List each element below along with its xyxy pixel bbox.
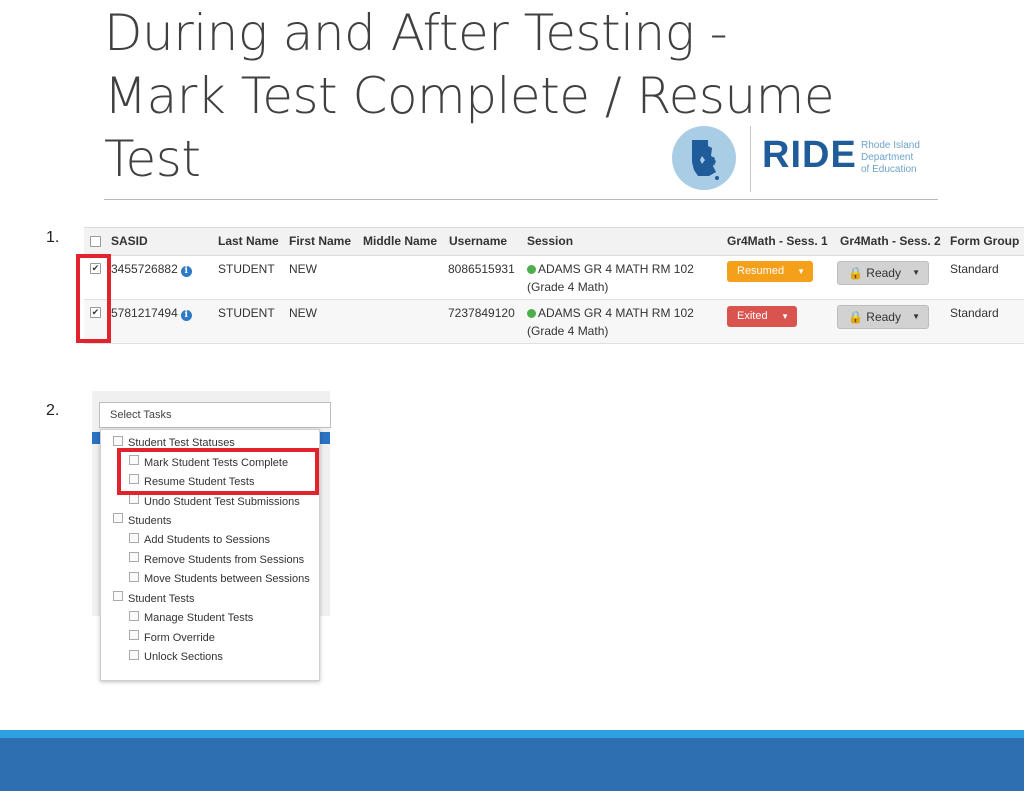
- logo-subtitle-line: Department: [861, 152, 914, 163]
- ready-dropdown[interactable]: 🔒 Ready ▼: [837, 261, 929, 285]
- select-tasks-dropdown[interactable]: Select Tasks: [99, 402, 331, 428]
- menu-item-manage-tests[interactable]: Manage Student Tests: [144, 612, 253, 624]
- item-checkbox[interactable]: [129, 494, 139, 504]
- session-active-icon: [527, 265, 536, 274]
- footer-band: [0, 738, 1024, 791]
- info-icon[interactable]: i: [180, 310, 192, 321]
- logo-subtitle: Rhode Island Department of Education: [861, 140, 920, 176]
- group-checkbox[interactable]: [113, 591, 123, 601]
- ready-label: Ready: [866, 310, 901, 324]
- sasid-value: 3455726882: [111, 262, 178, 276]
- session-subtitle: (Grade 4 Math): [527, 280, 609, 294]
- caret-down-icon: ▼: [781, 312, 789, 321]
- title-line-1: During and After Testing -: [104, 4, 728, 62]
- lock-icon: 🔒: [848, 310, 863, 324]
- caret-down-icon: ▼: [912, 268, 920, 277]
- table-header: SASID Last Name First Name Middle Name U…: [84, 227, 1024, 256]
- last-name-cell: STUDENT: [218, 262, 275, 276]
- group-checkbox[interactable]: [113, 513, 123, 523]
- sasid-cell: 3455726882 i: [111, 262, 192, 277]
- group-checkbox[interactable]: [113, 436, 123, 446]
- session-active-icon: [527, 309, 536, 318]
- username-cell: 8086515931: [448, 262, 515, 276]
- column-header-username[interactable]: Username: [449, 234, 507, 248]
- item-checkbox[interactable]: [129, 572, 139, 582]
- status-label: Resumed: [737, 265, 785, 277]
- item-checkbox[interactable]: [129, 611, 139, 621]
- sasid-cell: 5781217494 i: [111, 306, 192, 321]
- column-header-session[interactable]: Session: [527, 234, 573, 248]
- ready-label: Ready: [866, 266, 901, 280]
- step-number-2: 2.: [46, 402, 60, 419]
- table-row: ✔ 5781217494 i STUDENT NEW 7237849120 ADA…: [84, 300, 1024, 344]
- logo-subtitle-line: of Education: [861, 164, 917, 175]
- last-name-cell: STUDENT: [218, 306, 275, 320]
- caret-down-icon: ▼: [797, 267, 805, 276]
- logo-divider: [750, 126, 751, 192]
- form-group-cell: Standard: [950, 306, 999, 320]
- item-checkbox[interactable]: [129, 650, 139, 660]
- menu-item-form-override[interactable]: Form Override: [144, 632, 215, 644]
- logo-subtitle-line: Rhode Island: [861, 140, 920, 151]
- column-header-sasid[interactable]: SASID: [111, 234, 148, 248]
- lock-icon: 🔒: [848, 266, 863, 280]
- column-header-last-name[interactable]: Last Name: [218, 234, 279, 248]
- session-name: ADAMS GR 4 MATH RM 102: [538, 262, 694, 276]
- checkbox-highlight: [76, 254, 111, 343]
- ready-dropdown[interactable]: 🔒 Ready ▼: [837, 305, 929, 329]
- status-dropdown-resumed[interactable]: Resumed ▼: [727, 261, 813, 282]
- menu-item-undo-submissions[interactable]: Undo Student Test Submissions: [144, 496, 300, 508]
- menu-group-students[interactable]: Students: [128, 515, 171, 527]
- menu-item-remove-students[interactable]: Remove Students from Sessions: [144, 554, 304, 566]
- info-icon[interactable]: i: [180, 266, 192, 277]
- rhode-island-map-icon: [672, 126, 736, 190]
- column-header-sess-2[interactable]: Gr4Math - Sess. 2: [840, 234, 941, 248]
- title-line-2: Mark Test Complete / Resume: [104, 67, 835, 125]
- first-name-cell: NEW: [289, 262, 317, 276]
- title-line-3: Test: [104, 130, 201, 188]
- form-group-cell: Standard: [950, 262, 999, 276]
- ride-logo: RIDE Rhode Island Department of Educatio…: [672, 126, 934, 194]
- item-checkbox[interactable]: [129, 552, 139, 562]
- session-name: ADAMS GR 4 MATH RM 102: [538, 306, 694, 320]
- status-label: Exited: [737, 310, 768, 322]
- menu-group-student-tests[interactable]: Student Tests: [128, 593, 194, 605]
- footer-accent-stripe: [0, 730, 1024, 738]
- student-table: SASID Last Name First Name Middle Name U…: [84, 227, 1024, 344]
- session-subtitle: (Grade 4 Math): [527, 324, 609, 338]
- menu-items-highlight: [117, 448, 319, 495]
- item-checkbox[interactable]: [129, 533, 139, 543]
- first-name-cell: NEW: [289, 306, 317, 320]
- table-row: ✔ 3455726882 i STUDENT NEW 8086515931 ADA…: [84, 256, 1024, 300]
- title-divider: [104, 199, 938, 200]
- item-checkbox[interactable]: [129, 630, 139, 640]
- select-all-checkbox[interactable]: [90, 236, 101, 247]
- status-dropdown-exited[interactable]: Exited ▼: [727, 306, 797, 327]
- column-header-first-name[interactable]: First Name: [289, 234, 351, 248]
- menu-item-add-students[interactable]: Add Students to Sessions: [144, 534, 270, 546]
- menu-item-unlock-sections[interactable]: Unlock Sections: [144, 651, 223, 663]
- menu-item-move-students[interactable]: Move Students between Sessions: [144, 573, 310, 585]
- caret-down-icon: ▼: [912, 312, 920, 321]
- username-cell: 7237849120: [448, 306, 515, 320]
- step-number-1: 1.: [46, 229, 60, 246]
- column-header-form-group[interactable]: Form Group: [950, 234, 1019, 248]
- column-header-middle-name[interactable]: Middle Name: [363, 234, 437, 248]
- session-cell: ADAMS GR 4 MATH RM 102: [527, 306, 694, 320]
- session-cell: ADAMS GR 4 MATH RM 102: [527, 262, 694, 276]
- logo-wordmark: RIDE: [762, 134, 857, 176]
- sasid-value: 5781217494: [111, 306, 178, 320]
- column-header-sess-1[interactable]: Gr4Math - Sess. 1: [727, 234, 828, 248]
